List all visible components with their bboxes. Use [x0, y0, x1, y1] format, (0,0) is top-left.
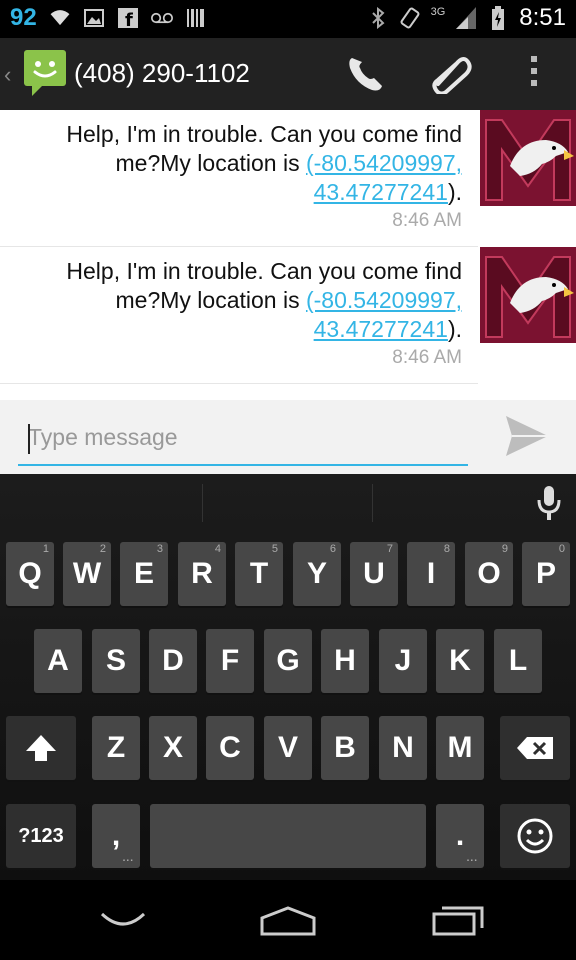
messaging-app-icon[interactable]	[24, 50, 66, 101]
key-h[interactable]: H	[321, 629, 369, 693]
comma-key[interactable]: ,...	[92, 804, 140, 868]
suggestion-strip[interactable]	[0, 474, 576, 530]
send-icon[interactable]	[504, 414, 550, 463]
battery-percent: 92	[10, 4, 37, 31]
key-z[interactable]: Z	[92, 716, 140, 780]
suggestion-divider	[372, 484, 373, 522]
message-input-placeholder: Type message	[28, 424, 178, 450]
message-timestamp: 8:46 AM	[392, 347, 462, 368]
contact-avatar[interactable]	[480, 247, 576, 343]
location-link[interactable]: (-80.54209997,	[306, 150, 462, 176]
signal-icon	[455, 7, 477, 29]
text-cursor	[28, 424, 30, 454]
message-input[interactable]: Type message	[18, 414, 468, 466]
location-link[interactable]: 43.47277241	[314, 179, 448, 205]
key-k[interactable]: K	[436, 629, 484, 693]
key-e[interactable]: E3	[120, 542, 168, 606]
key-g[interactable]: G	[264, 629, 312, 693]
backspace-icon	[517, 737, 553, 759]
clock: 8:51	[519, 4, 566, 31]
location-link[interactable]: 43.47277241	[314, 316, 448, 342]
image-icon	[83, 7, 105, 29]
overflow-menu-icon[interactable]	[524, 56, 544, 92]
key-b[interactable]: B	[321, 716, 369, 780]
message-bubble[interactable]: Help, I'm in trouble. Can you come find …	[0, 247, 478, 384]
message-timestamp: 8:46 AM	[392, 210, 462, 231]
period-key[interactable]: ....	[436, 804, 484, 868]
space-bar[interactable]	[150, 804, 426, 868]
network-type: 3G	[430, 6, 446, 18]
barcode-icon	[185, 7, 207, 29]
message-item[interactable]: Help, I'm in trouble. Can you come find …	[0, 247, 576, 384]
key-x[interactable]: X	[149, 716, 197, 780]
key-n[interactable]: N	[379, 716, 427, 780]
key-w[interactable]: W2	[63, 542, 111, 606]
svg-text:f: f	[125, 10, 133, 28]
shift-key[interactable]	[6, 716, 76, 780]
wifi-icon	[49, 7, 71, 29]
paperclip-attach-icon[interactable]	[428, 54, 472, 99]
rotate-icon	[399, 7, 421, 29]
soft-keyboard: Q1 W2 E3 R4 T5 Y6 U7 I8 O9 P0 A S D F G …	[0, 474, 576, 880]
back-chevron-icon[interactable]: ‹	[4, 62, 11, 88]
contact-avatar[interactable]	[480, 110, 576, 206]
key-t[interactable]: T5	[235, 542, 283, 606]
phone-call-icon[interactable]	[344, 54, 384, 99]
contact-number-title: (408) 290-1102	[74, 58, 250, 88]
key-i[interactable]: I8	[407, 542, 455, 606]
microphone-icon[interactable]	[536, 486, 562, 525]
key-q[interactable]: Q1	[6, 542, 54, 606]
message-list[interactable]: Help, I'm in trouble. Can you come find …	[0, 110, 576, 400]
key-f[interactable]: F	[206, 629, 254, 693]
key-o[interactable]: O9	[465, 542, 513, 606]
key-c[interactable]: C	[206, 716, 254, 780]
emoji-key[interactable]	[500, 804, 570, 868]
suggestion-divider	[202, 484, 203, 522]
battery-icon	[487, 6, 509, 30]
backspace-key[interactable]	[500, 716, 570, 780]
recent-apps-icon[interactable]	[432, 904, 484, 941]
navigation-bar	[0, 880, 576, 960]
key-l[interactable]: L	[494, 629, 542, 693]
back-icon[interactable]	[100, 904, 146, 939]
message-text: Help, I'm in trouble. Can you come find …	[66, 121, 462, 205]
key-v[interactable]: V	[264, 716, 312, 780]
symbols-key[interactable]: ?123	[6, 804, 76, 868]
key-y[interactable]: Y6	[293, 542, 341, 606]
facebook-icon: f	[117, 7, 139, 29]
key-u[interactable]: U7	[350, 542, 398, 606]
smiley-icon	[517, 818, 553, 854]
bluetooth-icon	[367, 7, 389, 29]
compose-bar: Type message	[0, 400, 576, 474]
message-item[interactable]: Help, I'm in trouble. Can you come find …	[0, 110, 576, 247]
key-d[interactable]: D	[149, 629, 197, 693]
key-p[interactable]: P0	[522, 542, 570, 606]
key-j[interactable]: J	[379, 629, 427, 693]
shift-arrow-icon	[26, 735, 56, 761]
location-link[interactable]: (-80.54209997,	[306, 287, 462, 313]
voicemail-icon	[150, 7, 173, 29]
message-bubble[interactable]: Help, I'm in trouble. Can you come find …	[0, 110, 478, 247]
key-m[interactable]: M	[436, 716, 484, 780]
home-icon[interactable]	[260, 904, 316, 941]
message-text: Help, I'm in trouble. Can you come find …	[66, 258, 462, 342]
status-bar: 92 f 3G 8:51	[0, 0, 576, 38]
key-r[interactable]: R4	[178, 542, 226, 606]
action-bar: ‹ (408) 290-1102	[0, 38, 576, 110]
key-s[interactable]: S	[92, 629, 140, 693]
key-a[interactable]: A	[34, 629, 82, 693]
